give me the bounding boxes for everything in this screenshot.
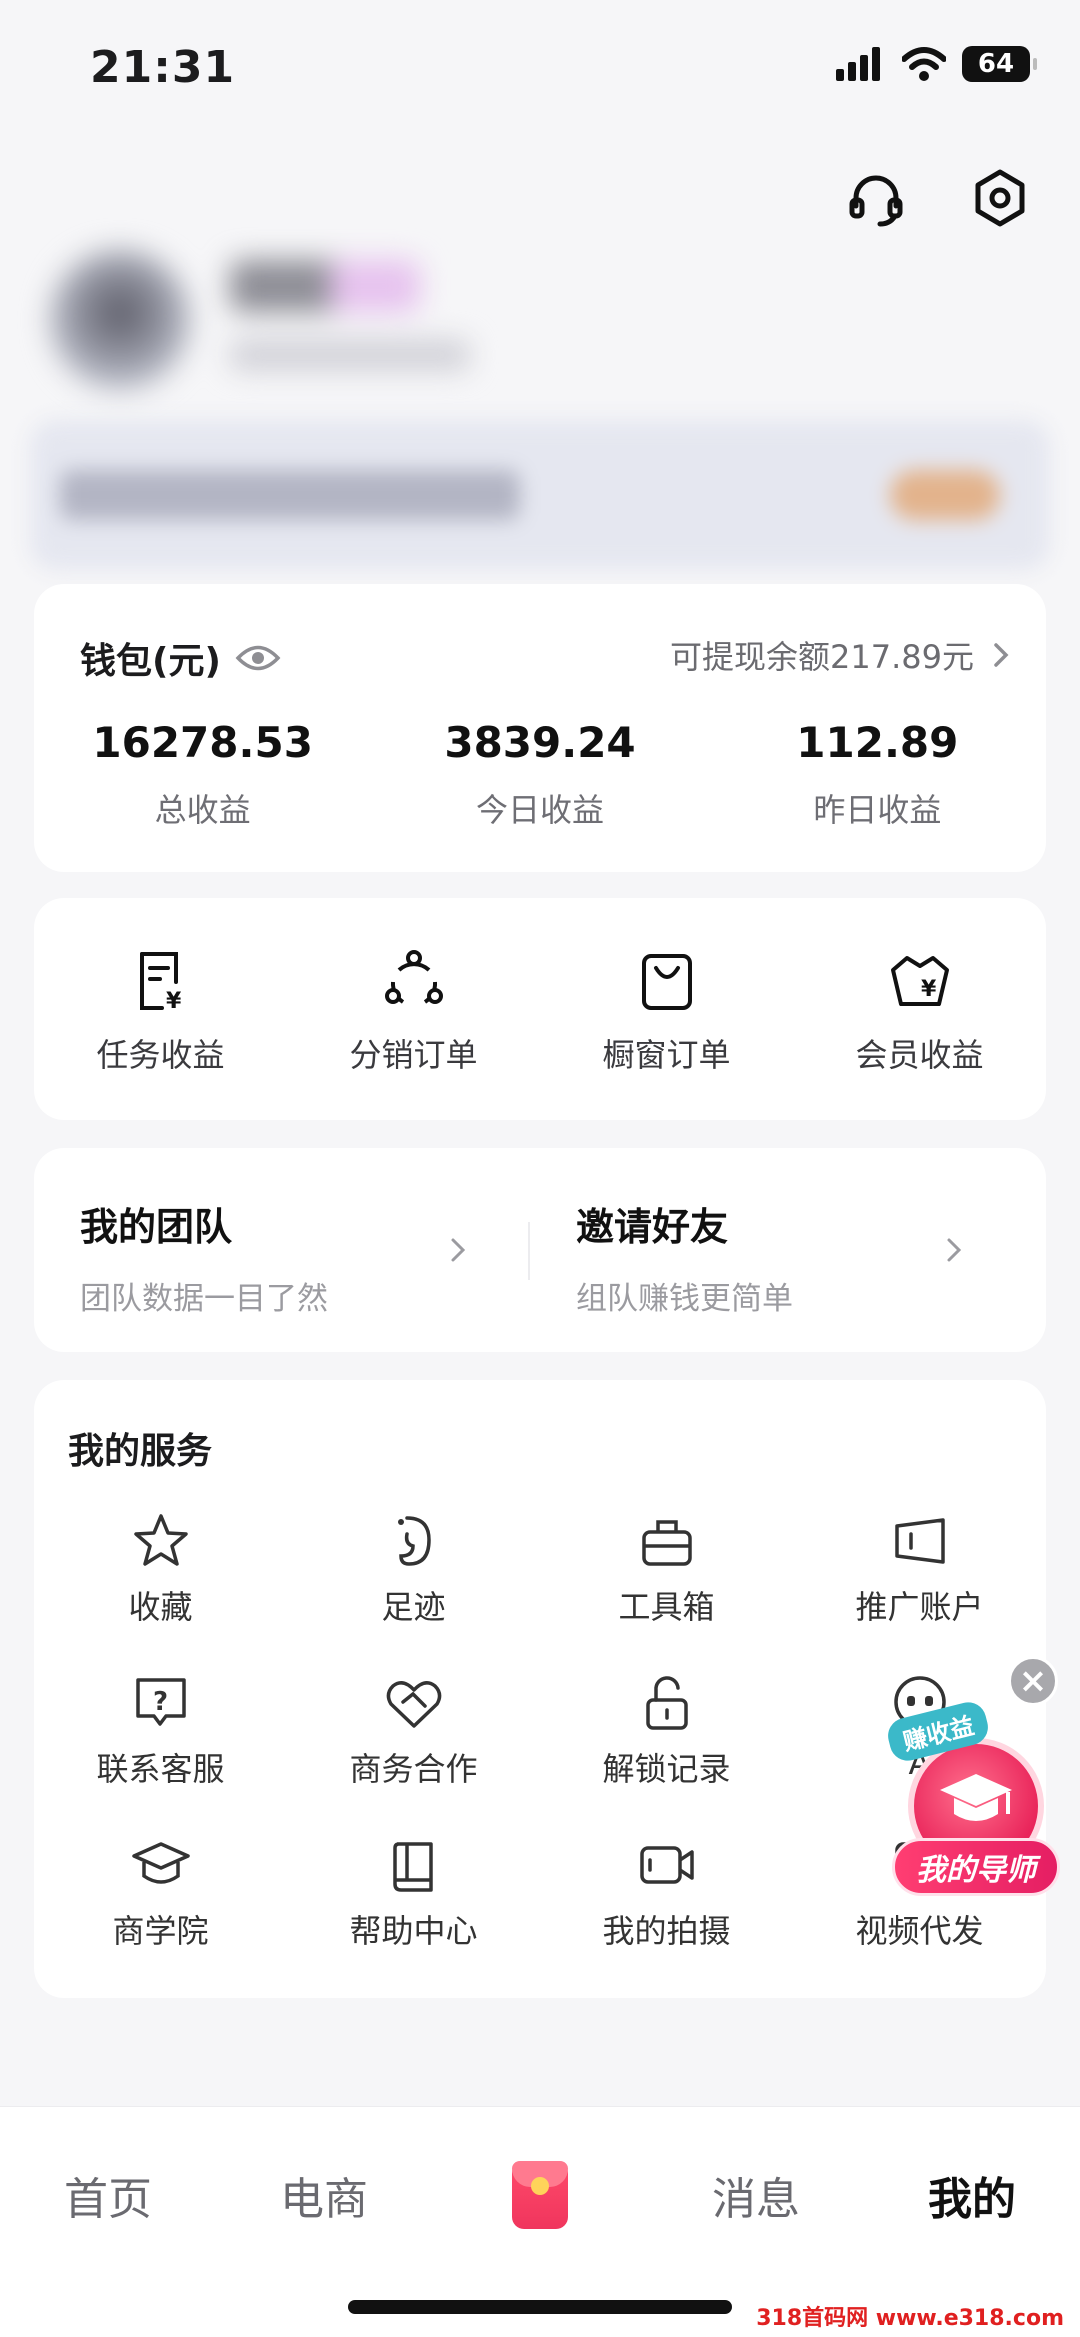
order-showcase[interactable]: 橱窗订单: [540, 948, 793, 1120]
service-contact-support[interactable]: ? 联系客服: [34, 1672, 287, 1794]
order-label: 会员收益: [855, 1036, 984, 1074]
wallet-card: 钱包(元) 可提现余额217.89元 16278.53 总收益 3839.24 …: [34, 584, 1046, 872]
service-label: 商务合作: [349, 1750, 478, 1788]
orders-card: ¥ 任务收益 分销订单 橱窗订单 ¥ 会员收益: [34, 898, 1046, 1120]
signal-icon: [836, 47, 880, 81]
stat-yesterday-earnings[interactable]: 112.89 昨日收益: [709, 718, 1046, 831]
service-label: 我的拍摄: [602, 1912, 731, 1950]
divider: [528, 1222, 530, 1280]
earnings-stats: 16278.53 总收益 3839.24 今日收益 112.89 昨日收益: [34, 718, 1046, 831]
order-task-income[interactable]: ¥ 任务收益: [34, 948, 287, 1120]
service-label: 解锁记录: [602, 1750, 731, 1788]
avatar[interactable]: [50, 250, 190, 390]
eye-icon[interactable]: [235, 641, 281, 675]
service-label: 帮助中心: [349, 1912, 478, 1950]
wallet-title-text: 钱包(元): [80, 641, 221, 682]
settings-icon[interactable]: [968, 166, 1032, 230]
stat-value: 3839.24: [444, 718, 636, 767]
headset-icon[interactable]: [844, 166, 908, 230]
close-floating-button[interactable]: ×: [1008, 1656, 1058, 1706]
vip-income-icon: ¥: [890, 956, 949, 1006]
svg-text:¥: ¥: [166, 989, 182, 1014]
watermark-text: 318首码网 www.e318.com: [756, 2306, 1064, 2331]
nav-red-packet[interactable]: [432, 2145, 648, 2245]
top-actions: [844, 166, 1032, 230]
status-time: 21:31: [90, 42, 236, 93]
stat-label: 总收益: [154, 791, 251, 829]
chevron-right-icon: [451, 1238, 466, 1262]
my-team-subtitle: 团队数据一目了然: [80, 1281, 328, 1317]
order-label: 分销订单: [349, 1036, 478, 1074]
nav-ecommerce[interactable]: 电商: [216, 2145, 432, 2245]
service-toolbox[interactable]: 工具箱: [540, 1510, 793, 1632]
stat-label: 今日收益: [475, 791, 604, 829]
service-business[interactable]: 商务合作: [287, 1672, 540, 1794]
footprint-icon: [397, 1516, 431, 1566]
stat-today-earnings[interactable]: 3839.24 今日收益: [371, 718, 708, 831]
star-icon: [133, 1514, 188, 1566]
service-label: 足迹: [381, 1588, 446, 1626]
nav-messages[interactable]: 消息: [648, 2145, 864, 2245]
mentor-floating-widget[interactable]: 赚收益 我的导师: [884, 1698, 1064, 1910]
order-distribution[interactable]: 分销订单: [287, 948, 540, 1120]
withdraw-balance-text: 可提现余额217.89元: [670, 638, 974, 676]
video-camera-icon: [639, 1846, 694, 1884]
nav-home[interactable]: 首页: [0, 2145, 216, 2245]
handshake-heart-icon: [386, 1681, 441, 1728]
profile-page: 21:31 64 钱包(元) 可提现余额217.89元 16278.53 总收益…: [0, 0, 1080, 2337]
service-favorites[interactable]: 收藏: [34, 1510, 287, 1632]
mentor-label: 我的导师: [892, 1838, 1060, 1896]
user-badge-blurred: [330, 260, 420, 312]
invite-subtitle: 组队赚钱更简单: [576, 1281, 793, 1317]
graduation-cap-icon: [131, 1842, 190, 1884]
service-help-center[interactable]: 帮助中心: [287, 1834, 540, 1956]
service-unlock-records[interactable]: 解锁记录: [540, 1672, 793, 1794]
svg-text:¥: ¥: [921, 977, 937, 1002]
service-label: 工具箱: [618, 1588, 715, 1626]
stat-value: 112.89: [796, 718, 959, 767]
order-label: 橱窗订单: [602, 1036, 731, 1074]
services-title: 我的服务: [68, 1431, 213, 1472]
service-my-shooting[interactable]: 我的拍摄: [540, 1834, 793, 1956]
unlock-icon: [645, 1676, 688, 1730]
home-indicator: [348, 2300, 732, 2314]
stat-label: 昨日收益: [813, 791, 942, 829]
battery-indicator: 64: [962, 46, 1037, 82]
status-bar: 21:31 64: [0, 0, 1080, 130]
withdraw-balance-link[interactable]: 可提现余额217.89元: [670, 632, 1010, 678]
service-footprints[interactable]: 足迹: [287, 1510, 540, 1632]
team-card: 我的团队 团队数据一目了然 邀请好友 组队赚钱更简单: [34, 1148, 1046, 1352]
service-label: 收藏: [128, 1588, 193, 1626]
service-label: 视频代发: [855, 1912, 984, 1950]
service-label: 联系客服: [96, 1750, 225, 1788]
promo-account-icon: [894, 1518, 945, 1564]
profile-header-blurred: [30, 230, 1030, 410]
user-subtitle-blurred: [230, 340, 470, 370]
membership-banner-blurred[interactable]: [30, 420, 1050, 570]
service-label: 推广账户: [855, 1588, 984, 1626]
task-income-icon: ¥: [139, 952, 182, 1014]
shopping-bag-icon: [641, 954, 692, 1010]
stat-total-earnings[interactable]: 16278.53 总收益: [34, 718, 371, 831]
red-packet-icon: [512, 2161, 568, 2229]
service-label: 商学院: [112, 1912, 209, 1950]
stat-value: 16278.53: [92, 718, 313, 767]
status-icons: 64: [836, 46, 1037, 82]
wallet-title: 钱包(元): [80, 632, 281, 684]
chevron-right-icon: [947, 1238, 962, 1262]
distribution-icon: [384, 950, 443, 1004]
toolbox-icon: [641, 1520, 692, 1566]
nav-row: 首页 电商 消息 我的: [0, 2145, 1080, 2245]
svg-text:?: ?: [153, 1687, 168, 1717]
service-academy[interactable]: 商学院: [34, 1834, 287, 1956]
chevron-right-icon: [994, 643, 1009, 667]
order-vip-income[interactable]: ¥ 会员收益: [793, 948, 1046, 1120]
nav-mine[interactable]: 我的: [864, 2145, 1080, 2245]
order-label: 任务收益: [96, 1036, 225, 1074]
help-chat-icon: ?: [135, 1678, 186, 1726]
service-promo-account[interactable]: 推广账户: [793, 1510, 1046, 1632]
wifi-icon: [902, 47, 946, 81]
book-icon: [392, 1842, 433, 1892]
